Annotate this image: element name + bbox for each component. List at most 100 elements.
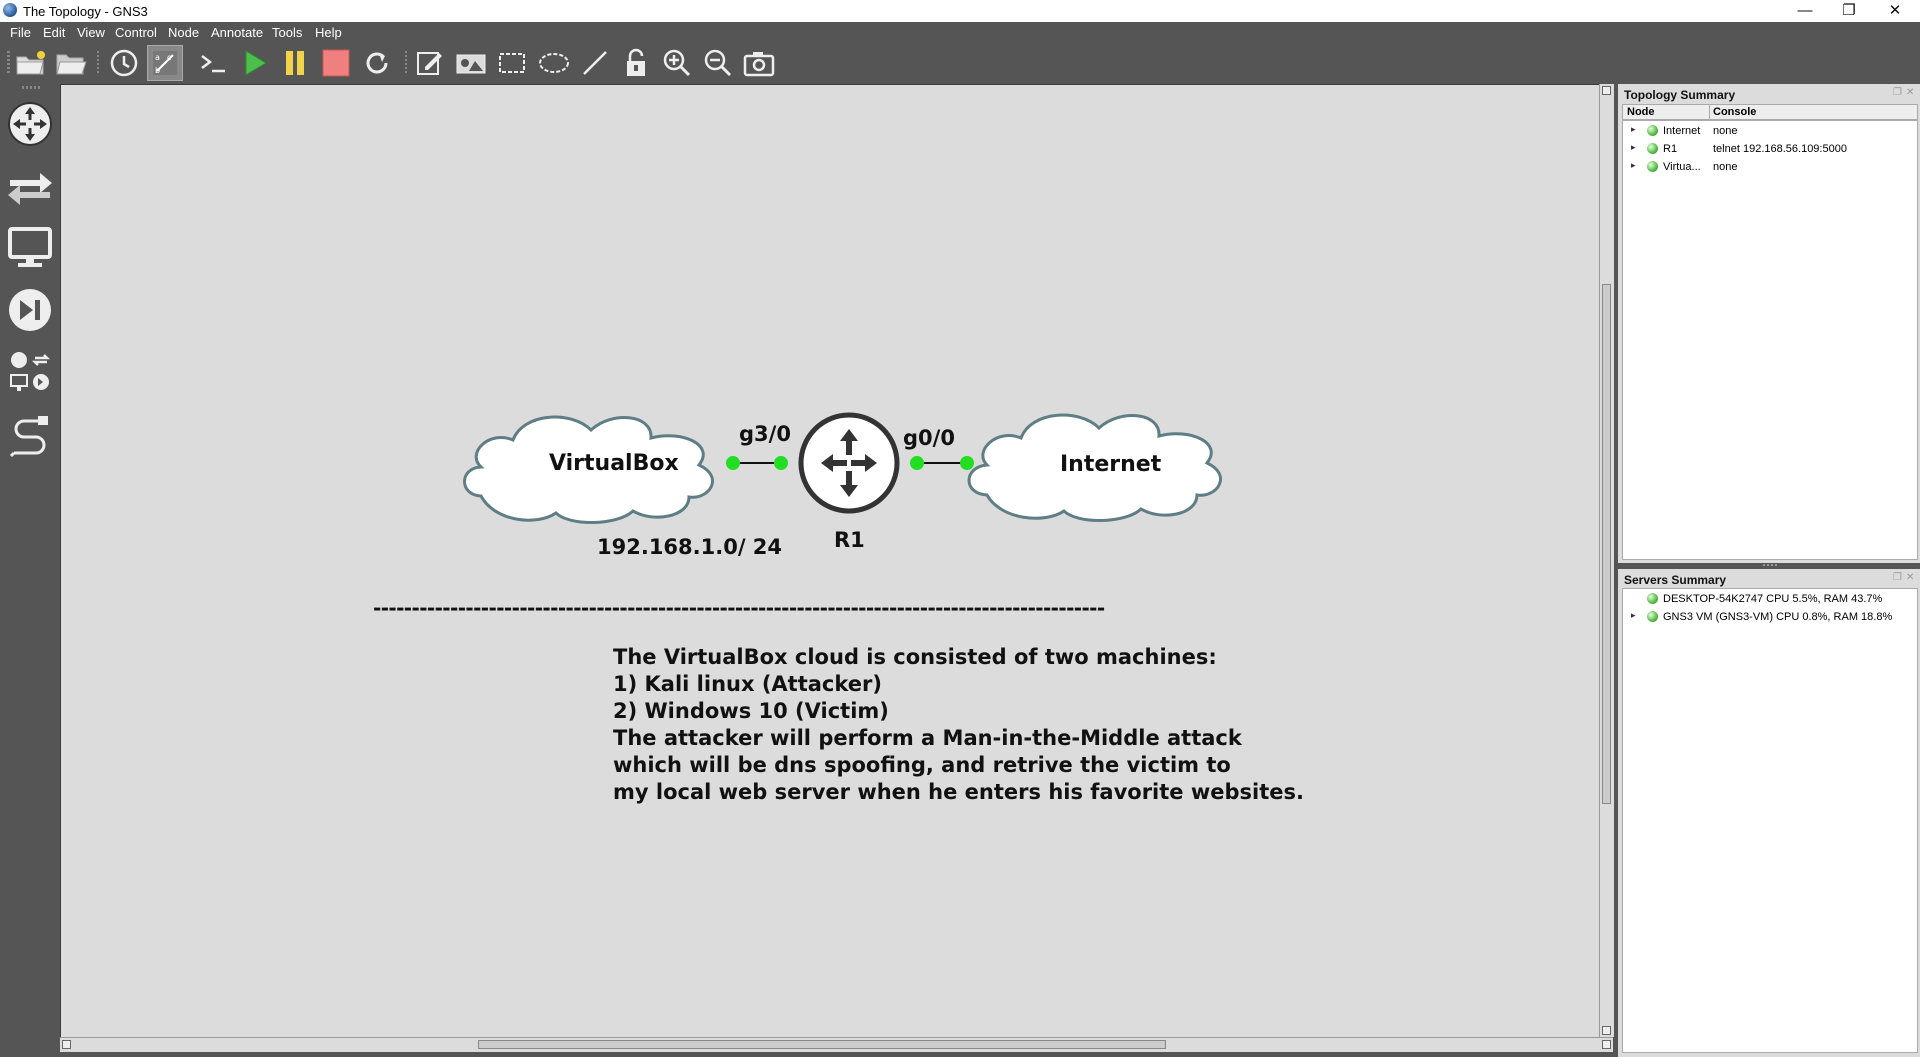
note-line: The attacker will perform a Man-in-the-M… [613,726,1242,750]
scroll-up-arrow[interactable] [1602,86,1611,95]
column-node[interactable]: Node [1627,106,1655,118]
zoom-in-icon[interactable] [659,45,695,81]
interface-dot[interactable] [910,456,924,470]
dock-close-icon[interactable]: ✕ [1906,572,1914,583]
all-devices-icon[interactable] [4,345,56,397]
servers-summary-title: Servers Summary [1624,573,1727,587]
menu-view[interactable]: View [77,25,105,40]
node-name: Virtua... [1663,161,1701,173]
toolbar-grip[interactable] [7,51,10,75]
start-all-icon[interactable] [237,45,273,81]
restore-button[interactable]: ❐ [1826,0,1872,22]
zoom-out-icon[interactable] [700,45,736,81]
scroll-left-arrow[interactable] [62,1040,71,1049]
close-button[interactable]: ✕ [1872,0,1918,22]
expand-arrow-icon[interactable]: ▸ [1631,142,1636,153]
server-info: GNS3 VM (GNS3-VM) CPU 0.8%, RAM 18.8% [1663,611,1893,623]
topology-drawing [463,412,1222,524]
horizontal-scroll-thumb[interactable] [478,1040,1166,1049]
scroll-right-arrow[interactable] [1602,1040,1611,1049]
vertical-scroll-thumb[interactable] [1602,284,1611,804]
canvas-horizontal-scrollbar[interactable] [60,1037,1613,1052]
svg-text:a: a [155,53,160,62]
expand-arrow-icon[interactable]: ▸ [1631,610,1636,621]
interface-dot[interactable] [726,456,740,470]
routers-icon[interactable] [4,99,56,149]
server-row-gns3-vm[interactable]: ▸ GNS3 VM (GNS3-VM) CPU 0.8%, RAM 18.8% [1623,608,1917,626]
server-row-local[interactable]: DESKTOP-54K2747 CPU 5.5%, RAM 43.7% [1623,590,1917,608]
open-project-icon[interactable] [53,45,89,81]
note-line: The VirtualBox cloud is consisted of two… [613,645,1217,669]
menu-help[interactable]: Help [315,25,342,40]
status-led-icon [1647,143,1658,154]
topology-canvas[interactable]: VirtualBox Internet R1 g3/0 g0/0 192.168… [60,84,1600,1039]
internet-label[interactable]: Internet [1060,452,1161,477]
description-note[interactable]: The VirtualBox cloud is consisted of two… [613,644,1304,806]
device-type-toolbar [0,83,60,1057]
node-console: telnet 192.168.56.109:5000 [1713,143,1847,155]
snapshot-icon[interactable] [106,45,142,81]
menu-control[interactable]: Control [115,25,157,40]
column-console[interactable]: Console [1713,106,1756,118]
device-toolbar-grip[interactable] [22,86,40,89]
interface-dot[interactable] [774,456,788,470]
stop-all-icon[interactable] [318,45,354,81]
status-led-icon [1647,611,1658,622]
separator-note[interactable]: ----------------------------------------… [373,596,1105,620]
topology-row-internet[interactable]: ▸ Internet none [1623,122,1917,140]
menu-tools[interactable]: Tools [272,25,302,40]
switches-icon[interactable] [4,161,56,211]
interface-dot[interactable] [960,456,974,470]
column-divider [1709,104,1710,120]
add-note-icon[interactable] [412,45,448,81]
minimize-button[interactable]: — [1782,0,1828,22]
title-bar: The Topology - GNS3 — ❐ ✕ [0,0,1920,22]
topology-row-virtualbox[interactable]: ▸ Virtua... none [1623,158,1917,176]
topology-summary-dock: Topology Summary ❐ ✕ Node Console ▸ Inte… [1618,84,1920,563]
new-project-icon[interactable] [13,45,49,81]
draw-line-icon[interactable] [577,45,613,81]
status-led-icon [1647,593,1658,604]
topology-summary-tree: ▸ Internet none ▸ R1 telnet 192.168.56.1… [1622,120,1918,560]
end-devices-icon[interactable] [4,223,56,273]
node-name: R1 [1663,143,1678,155]
server-info: DESKTOP-54K2747 CPU 5.5%, RAM 43.7% [1663,593,1883,605]
expand-arrow-icon[interactable]: ▸ [1631,124,1636,135]
expand-arrow-icon[interactable]: ▸ [1631,160,1636,171]
menu-edit[interactable]: Edit [43,25,65,40]
screenshot-icon[interactable] [741,45,777,81]
gns3-app-icon [3,3,17,17]
toolbar-separator [97,51,99,75]
subnet-note[interactable]: 192.168.1.0/ 24 [597,535,782,559]
topology-row-r1[interactable]: ▸ R1 telnet 192.168.56.109:5000 [1623,140,1917,158]
canvas-vertical-scrollbar[interactable] [1599,84,1614,1037]
console-all-icon[interactable] [195,45,231,81]
note-line: 1) Kali linux (Attacker) [613,672,882,696]
scroll-down-arrow[interactable] [1602,1026,1611,1035]
dock-float-icon[interactable]: ❐ [1893,572,1902,583]
show-interface-labels-icon[interactable]: acb [147,45,183,81]
interface-label-g3-0[interactable]: g3/0 [739,422,791,446]
note-line: which will be dns spoofing, and retrive … [613,753,1231,777]
status-led-icon [1647,125,1658,136]
add-link-icon[interactable] [4,409,56,461]
dock-close-icon[interactable]: ✕ [1906,87,1914,98]
interface-label-g0-0[interactable]: g0/0 [903,426,955,450]
r1-label[interactable]: R1 [834,528,865,552]
dock-float-icon[interactable]: ❐ [1893,87,1902,98]
reload-all-icon[interactable] [359,45,395,81]
window-title: The Topology - GNS3 [23,4,148,19]
lock-items-icon[interactable] [618,45,654,81]
servers-summary-dock: Servers Summary ❐ ✕ DESKTOP-54K2747 CPU … [1618,569,1920,1057]
menu-annotate[interactable]: Annotate [211,25,263,40]
router-r1-node[interactable] [798,412,900,514]
draw-ellipse-icon[interactable] [536,45,572,81]
menu-node[interactable]: Node [168,25,199,40]
node-name: Internet [1663,125,1701,137]
insert-picture-icon[interactable] [453,45,489,81]
security-devices-icon[interactable] [4,285,56,335]
menu-file[interactable]: File [10,25,31,40]
suspend-all-icon[interactable] [277,45,313,81]
virtualbox-label[interactable]: VirtualBox [549,451,679,476]
draw-rectangle-icon[interactable] [494,45,530,81]
